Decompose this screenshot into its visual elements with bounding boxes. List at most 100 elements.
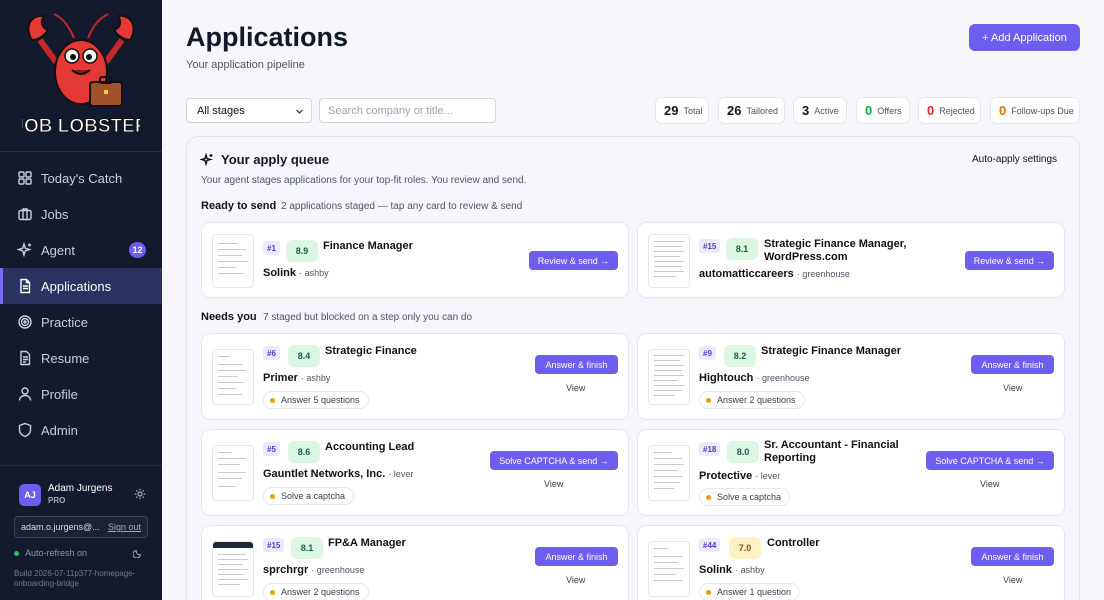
- application-card[interactable]: #6 8.4 Strategic Finance Primer · ashby …: [201, 333, 629, 420]
- user-email: adam.o.jurgens@...: [21, 522, 100, 532]
- page-title: Applications: [186, 22, 349, 52]
- user-plan: PRO: [48, 496, 66, 505]
- chip-label: Answer 2 questions: [281, 587, 360, 597]
- job-title: Strategic Finance Manager: [761, 345, 901, 357]
- agent-count-badge: 12: [129, 242, 146, 258]
- application-card[interactable]: #1 8.9 Finance Manager Solink · ashby Re…: [201, 222, 629, 298]
- company-label: Gauntlet Networks, Inc.: [263, 468, 386, 480]
- resume-thumbnail: [212, 445, 254, 501]
- add-application-button[interactable]: + Add Application: [969, 24, 1080, 51]
- avatar[interactable]: AJ: [19, 484, 41, 506]
- sidebar-item-agent[interactable]: Agent 12: [0, 232, 162, 268]
- action-needed-chip: Answer 2 questions: [699, 391, 805, 409]
- sidebar-nav: Today's Catch Jobs Agent 12 Applications…: [0, 160, 162, 448]
- status-dot-icon: [270, 397, 275, 403]
- solve-captcha-send-button[interactable]: Solve CAPTCHA & send →: [490, 451, 618, 470]
- moon-icon[interactable]: [133, 548, 143, 558]
- application-card[interactable]: #9 8.2 Strategic Finance Manager Hightou…: [637, 333, 1065, 420]
- sidebar-item-jobs[interactable]: Jobs: [0, 196, 162, 232]
- resume-thumbnail: [648, 349, 690, 405]
- rank-badge: #18: [699, 442, 721, 456]
- stat-label: Rejected: [939, 105, 975, 116]
- company-name: Hightouch · greenhouse: [699, 372, 810, 384]
- resume-thumbnail: [648, 445, 690, 501]
- view-link[interactable]: View: [1003, 383, 1022, 393]
- file-text-icon: [17, 350, 33, 366]
- review-send-button[interactable]: Review & send →: [965, 251, 1054, 270]
- view-link[interactable]: View: [566, 575, 585, 585]
- application-card[interactable]: #15 8.1 Strategic Finance Manager, WordP…: [637, 222, 1065, 298]
- apply-queue-description: Your agent stages applications for your …: [201, 175, 527, 186]
- company-name: Gauntlet Networks, Inc. · lever: [263, 468, 413, 480]
- gear-icon[interactable]: [134, 488, 146, 500]
- company-label: Solink: [699, 564, 733, 576]
- chip-label: Solve a captcha: [281, 491, 346, 501]
- sidebar-item-applications[interactable]: Applications: [0, 268, 162, 304]
- sidebar-item-label: Agent: [41, 242, 75, 258]
- job-source: · ashby: [735, 565, 765, 575]
- sidebar-item-label: Profile: [41, 386, 78, 402]
- sidebar-item-resume[interactable]: Resume: [0, 340, 162, 376]
- company-label: automatticcareers: [699, 268, 794, 280]
- chip-label: Answer 2 questions: [717, 395, 796, 405]
- rank-badge: #15: [263, 538, 285, 552]
- apply-queue-title: Your apply queue: [200, 152, 329, 167]
- view-link[interactable]: View: [980, 479, 999, 489]
- stat-number: 26: [727, 103, 742, 118]
- view-link[interactable]: View: [544, 479, 563, 489]
- search-input[interactable]: [319, 98, 496, 123]
- lobster-logo-icon[interactable]: JOB LOBSTER: [22, 10, 140, 138]
- stat-label: Active: [814, 105, 839, 116]
- action-needed-chip: Answer 1 question: [699, 583, 801, 600]
- svg-text:JOB LOBSTER: JOB LOBSTER: [22, 116, 140, 137]
- sidebar-item-todays-catch[interactable]: Today's Catch: [0, 160, 162, 196]
- auto-refresh-status: Auto-refresh on: [14, 548, 87, 558]
- company-name: Solink · ashby: [263, 267, 329, 279]
- answer-finish-button[interactable]: Answer & finish: [535, 355, 618, 374]
- company-label: Solink: [263, 267, 297, 279]
- fit-score-badge: 8.2: [724, 345, 756, 367]
- chip-label: Solve a captcha: [717, 492, 782, 502]
- resume-thumbnail: [212, 234, 254, 288]
- job-source: · ashby: [299, 268, 329, 278]
- review-send-button[interactable]: Review & send →: [529, 251, 618, 270]
- application-card[interactable]: #5 8.6 Accounting Lead Gauntlet Networks…: [201, 429, 629, 516]
- company-name: sprchrgr · greenhouse: [263, 564, 364, 576]
- grid-icon: [17, 170, 33, 186]
- answer-finish-button[interactable]: Answer & finish: [971, 547, 1054, 566]
- sidebar-item-label: Practice: [41, 314, 88, 330]
- rank-badge: #9: [699, 346, 716, 360]
- application-card[interactable]: #15 8.1 FP&A Manager sprchrgr · greenhou…: [201, 525, 629, 600]
- application-card[interactable]: #44 7.0 Controller Solink · ashby Answer…: [637, 525, 1065, 600]
- account-box: adam.o.jurgens@... Sign out: [14, 516, 148, 538]
- answer-finish-button[interactable]: Answer & finish: [535, 547, 618, 566]
- sidebar-item-practice[interactable]: Practice: [0, 304, 162, 340]
- view-link[interactable]: View: [1003, 575, 1022, 585]
- status-dot-icon: [706, 397, 711, 403]
- status-dot-icon: [270, 589, 275, 595]
- action-needed-chip: Solve a captcha: [699, 488, 791, 506]
- user-name: Adam Jurgens: [48, 483, 113, 494]
- page-subtitle: Your application pipeline: [186, 59, 305, 71]
- answer-finish-button[interactable]: Answer & finish: [971, 355, 1054, 374]
- chip-label: Answer 5 questions: [281, 395, 360, 405]
- user-card: AJ Adam Jurgens PRO: [14, 482, 148, 512]
- sidebar-item-admin[interactable]: Admin: [0, 412, 162, 448]
- sign-out-link[interactable]: Sign out: [108, 522, 141, 532]
- stat-number: 0: [865, 103, 873, 118]
- sparkle-icon: [17, 242, 33, 258]
- auto-apply-settings-link[interactable]: Auto-apply settings: [972, 154, 1057, 165]
- fit-score-badge: 8.9: [286, 240, 318, 262]
- sidebar-item-profile[interactable]: Profile: [0, 376, 162, 412]
- job-title: Strategic Finance Manager, WordPress.com: [764, 238, 907, 263]
- application-card[interactable]: #18 8.0 Sr. Accountant - Financial Repor…: [637, 429, 1065, 516]
- job-title: Finance Manager: [323, 240, 413, 252]
- resume-thumbnail: [212, 349, 254, 405]
- job-source: · greenhouse: [756, 373, 810, 383]
- stat-total: 29 Total: [655, 97, 709, 124]
- solve-captcha-send-button[interactable]: Solve CAPTCHA & send →: [926, 451, 1054, 470]
- job-title: Sr. Accountant - Financial Reporting: [764, 439, 899, 464]
- chevron-down-icon: [296, 109, 303, 114]
- view-link[interactable]: View: [566, 383, 585, 393]
- stage-filter-select[interactable]: All stages: [186, 98, 312, 123]
